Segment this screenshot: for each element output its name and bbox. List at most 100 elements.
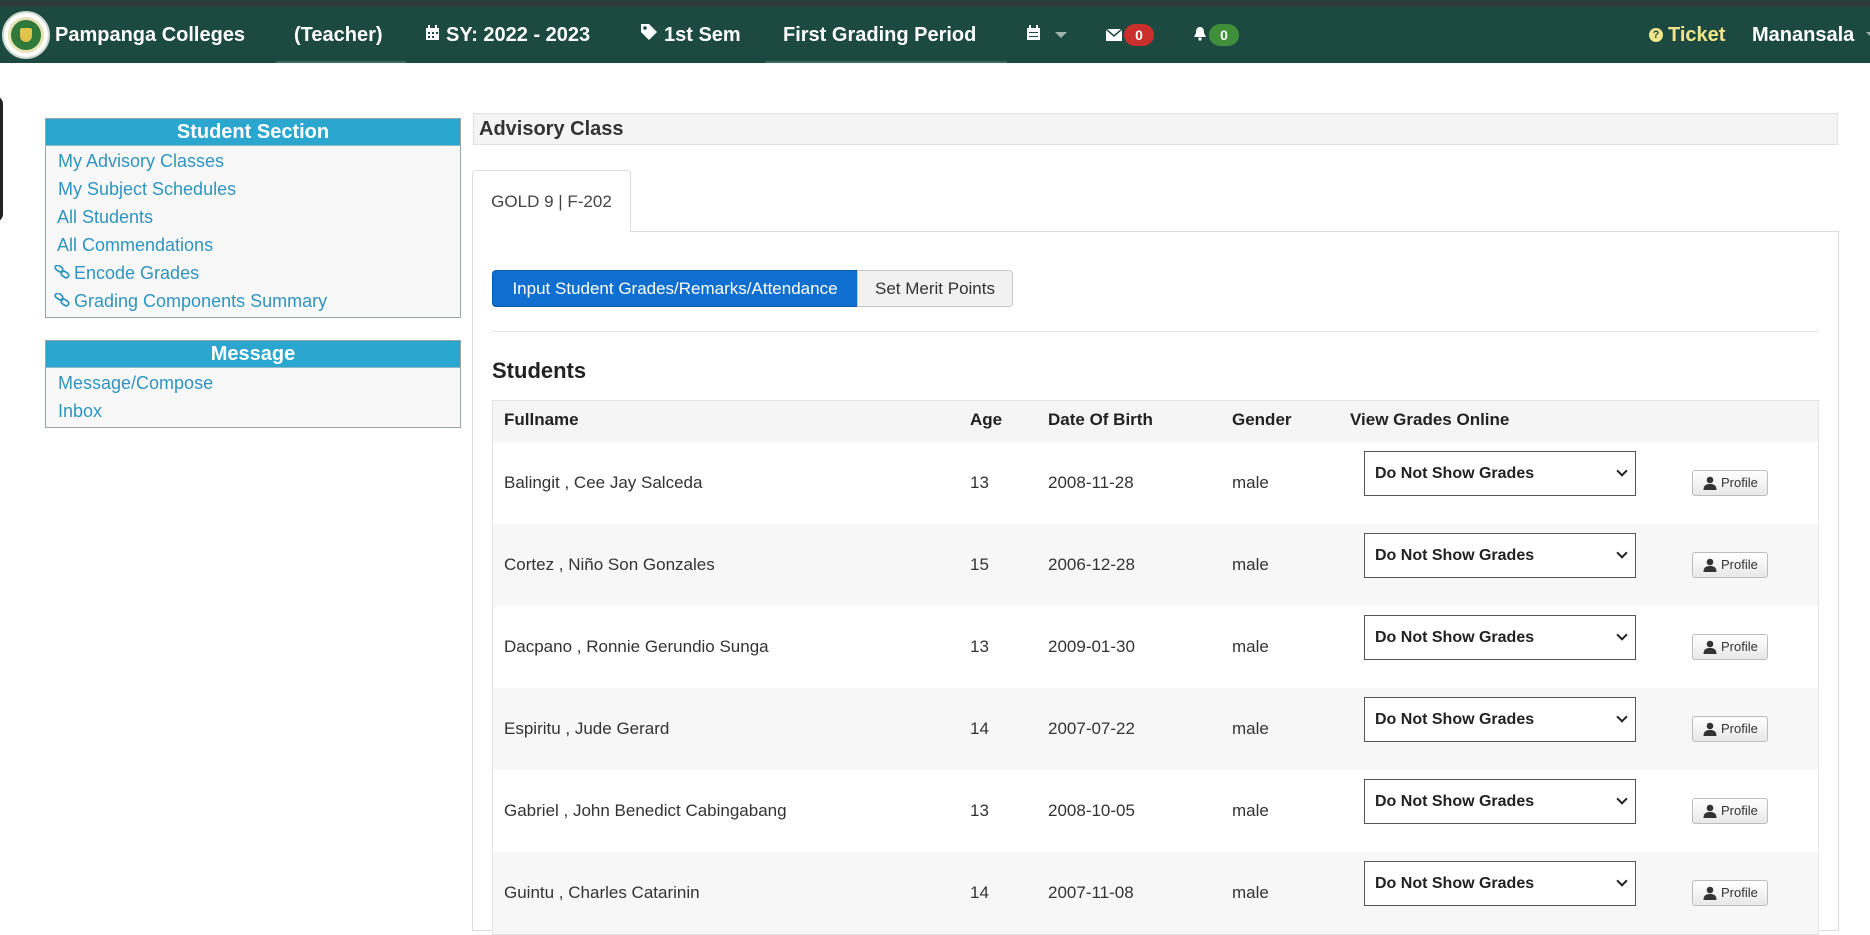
profile-button[interactable]: Profile [1692,470,1768,496]
chevron-down-icon [1616,465,1628,477]
cell-age: 13 [970,637,989,656]
calendar-small-icon [1026,24,1041,47]
user-icon [1703,886,1717,900]
cell-fullname: Balingit , Cee Jay Salceda [504,473,703,492]
profile-button[interactable]: Profile [1692,716,1768,742]
sidebar-item-my-advisory-classes[interactable]: My Advisory Classes [46,147,460,175]
sidebar-item-all-students[interactable]: All Students [46,203,460,231]
semester-label: 1st Sem [664,23,741,46]
cell-gender: male [1232,555,1269,574]
sidebar-item-my-subject-schedules[interactable]: My Subject Schedules [46,175,460,203]
view-grades-select-value: Do Not Show Grades [1375,629,1535,646]
question-icon: ? [1649,28,1663,42]
message-panel: Message Message/Compose Inbox [45,340,461,428]
message-section-title: Message [46,341,460,368]
bell-icon [1193,24,1207,47]
header-fullname: Fullname [504,410,579,429]
link-icon [54,289,70,317]
role-label[interactable]: (Teacher) [294,7,383,63]
top-navbar: Pampanga Colleges (Teacher) SY: 2022 - 2… [0,7,1870,63]
nav-underline-role [276,61,406,63]
profile-button-label: Profile [1721,475,1758,490]
chevron-down-icon [1616,875,1628,887]
view-grades-select[interactable]: Do Not Show Grades [1364,615,1636,660]
user-icon [1703,804,1717,818]
set-merit-points-button[interactable]: Set Merit Points [857,270,1013,307]
chevron-down-icon [1616,793,1628,805]
page-title: Advisory Class [473,113,1838,145]
view-grades-select[interactable]: Do Not Show Grades [1364,779,1636,824]
cell-age: 13 [970,473,989,492]
cell-date-of-birth: 2006-12-28 [1048,555,1135,574]
sidebar-item-encode-grades[interactable]: Encode Grades [46,259,460,287]
sidebar-item-message-compose[interactable]: Message/Compose [46,369,460,397]
view-grades-select-value: Do Not Show Grades [1375,547,1535,564]
view-grades-select[interactable]: Do Not Show Grades [1364,533,1636,578]
grading-period-menu[interactable]: First Grading Period [783,7,976,63]
tag-icon [640,23,658,47]
profile-button-label: Profile [1721,557,1758,572]
ticket-link[interactable]: ? Ticket [1649,7,1725,63]
school-year-menu[interactable]: SY: 2022 - 2023 [425,7,590,63]
profile-button[interactable]: Profile [1692,798,1768,824]
table-row: Dacpano , Ronnie Gerundio Sunga 13 2009-01… [493,606,1818,688]
table-row: Guintu , Charles Catarinin 14 2007-11-08 ma… [493,852,1818,934]
view-grades-select[interactable]: Do Not Show Grades [1364,861,1636,906]
tab-gold-9-f-202[interactable]: GOLD 9 | F-202 [472,170,631,232]
sidebar-item-all-commendations[interactable]: All Commendations [46,231,460,259]
input-grades-button[interactable]: Input Student Grades/Remarks/Attendance [492,270,858,307]
header-age: Age [970,410,1003,429]
profile-button-label: Profile [1721,803,1758,818]
side-drawer-handle[interactable] [0,96,3,222]
header-date-of-birth: Date Of Birth [1048,410,1153,429]
link-icon [54,261,70,289]
ticket-label: Ticket [1668,23,1726,46]
user-icon [1703,558,1717,572]
cell-gender: male [1232,883,1269,902]
cell-date-of-birth: 2007-11-08 [1048,883,1134,902]
view-grades-select[interactable]: Do Not Show Grades [1364,697,1636,742]
cell-fullname: Cortez , Niño Son Gonzales [504,555,715,574]
cell-gender: male [1232,637,1269,656]
view-grades-select-value: Do Not Show Grades [1375,793,1535,810]
user-name: Manansala [1752,23,1855,46]
cell-date-of-birth: 2008-11-28 [1048,473,1134,492]
calendar-dropdown[interactable] [1026,7,1067,63]
student-section-panel: Student Section My Advisory Classes My S… [45,118,461,318]
semester-menu[interactable]: 1st Sem [640,7,741,63]
notifications-menu[interactable]: 0 [1193,7,1239,63]
envelope-icon [1105,24,1123,47]
cell-age: 13 [970,801,989,820]
user-icon [1703,722,1717,736]
divider [492,331,1818,332]
cell-age: 14 [970,719,989,738]
cell-gender: male [1232,801,1269,820]
profile-button[interactable]: Profile [1692,880,1768,906]
profile-button[interactable]: Profile [1692,552,1768,578]
cell-date-of-birth: 2008-10-05 [1048,801,1135,820]
view-grades-select[interactable]: Do Not Show Grades [1364,451,1636,496]
table-row: Balingit , Cee Jay Salceda 13 2008-11-28 ma… [493,442,1818,524]
school-logo[interactable] [2,11,50,59]
students-heading: Students [492,358,587,383]
table-row: Cortez , Niño Son Gonzales 15 2006-12-28 ma… [493,524,1818,606]
chevron-down-icon [1616,629,1628,641]
user-chevron-down-icon [1866,32,1870,38]
school-year-label: SY: 2022 - 2023 [446,23,591,46]
brand-link[interactable]: Pampanga Colleges [55,7,245,63]
sidebar-item-grading-components-summary[interactable]: Grading Components Summary [46,287,460,315]
user-menu[interactable]: Manansala [1752,7,1870,63]
chevron-down-icon [1055,32,1067,38]
nav-underline-period [765,61,1007,63]
sidebar-item-inbox[interactable]: Inbox [46,397,460,425]
students-table: Fullname Age Date Of Birth Gender View G… [492,400,1819,935]
notifications-badge: 0 [1209,24,1239,46]
cell-fullname: Gabriel , John Benedict Cabingabang [504,801,787,820]
profile-button[interactable]: Profile [1692,634,1768,660]
messages-menu[interactable]: 0 [1105,7,1154,63]
view-grades-select-value: Do Not Show Grades [1375,711,1535,728]
chevron-down-icon [1616,547,1628,559]
user-icon [1703,476,1717,490]
table-header: Fullname Age Date Of Birth Gender View G… [493,401,1818,442]
cell-date-of-birth: 2009-01-30 [1048,637,1135,656]
